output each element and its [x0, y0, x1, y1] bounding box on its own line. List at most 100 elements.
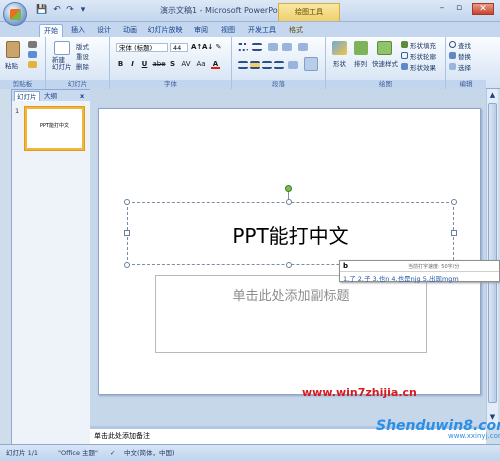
save-icon[interactable]: 💾 — [36, 4, 48, 16]
tab-view[interactable]: 视图 — [217, 24, 239, 37]
spellcheck-icon[interactable]: ✓ — [110, 445, 115, 461]
underline-button[interactable]: U — [140, 60, 149, 69]
quick-styles-label[interactable]: 快速样式 — [372, 58, 398, 68]
cut-icon[interactable] — [28, 41, 37, 48]
title-placeholder[interactable]: PPT能打中文 — [127, 202, 454, 265]
tab-design[interactable]: 设计 — [93, 24, 115, 37]
tab-slides-panel[interactable]: 幻灯片 — [14, 91, 40, 101]
shapes-icon[interactable] — [332, 41, 347, 55]
tab-outline-panel[interactable]: 大纲 — [42, 91, 59, 101]
slides-group: 新建 幻灯片 版式 重设 删除 幻灯片 — [46, 37, 110, 89]
font-group-label: 字体 — [110, 80, 231, 89]
tab-review[interactable]: 审阅 — [190, 24, 212, 37]
shapes-label[interactable]: 形状 — [333, 58, 346, 68]
delete-button[interactable]: 删除 — [76, 61, 89, 71]
paste-icon[interactable] — [6, 41, 20, 58]
resize-handle[interactable] — [286, 199, 292, 205]
shape-effects-icon[interactable] — [401, 63, 408, 70]
increase-indent-icon[interactable] — [282, 43, 292, 51]
clipboard-group-label: 剪贴板 — [0, 80, 45, 89]
slides-panel: 幻灯片 大纲 x 1 PPT能打中文 — [11, 89, 90, 444]
maximize-button[interactable]: ▫ — [452, 3, 466, 15]
copy-icon[interactable] — [28, 51, 37, 58]
tab-animation[interactable]: 动画 — [119, 24, 141, 37]
subtitle-placeholder[interactable]: 单击此处添加副标题 — [155, 275, 427, 353]
change-case-button[interactable]: Aa — [195, 60, 207, 69]
arrange-label[interactable]: 排列 — [354, 58, 367, 68]
resize-handle[interactable] — [124, 262, 130, 268]
align-right-icon[interactable] — [262, 61, 272, 69]
reset-button[interactable]: 重设 — [76, 51, 89, 61]
clear-format-icon[interactable]: ✎ — [214, 43, 223, 52]
undo-icon[interactable]: ↶ — [51, 4, 63, 16]
subtitle-placeholder-text[interactable]: 单击此处添加副标题 — [156, 285, 426, 304]
slide-title-text[interactable]: PPT能打中文 — [128, 220, 453, 249]
panel-close-icon[interactable]: x — [78, 91, 86, 101]
font-size-select[interactable]: 44 — [170, 43, 188, 52]
replace-icon[interactable] — [449, 52, 456, 59]
font-color-button[interactable]: A — [211, 60, 220, 69]
arrange-icon[interactable] — [354, 41, 368, 55]
scroll-up-icon[interactable]: ▲ — [488, 91, 497, 100]
line-spacing-icon[interactable] — [298, 43, 308, 51]
select-icon[interactable] — [449, 63, 456, 70]
redo-icon[interactable]: ↷ — [64, 4, 76, 16]
align-left-icon[interactable] — [238, 61, 248, 69]
quick-styles-icon[interactable] — [377, 41, 392, 55]
shrink-font-icon[interactable]: A↓ — [202, 43, 213, 52]
shape-fill-icon[interactable] — [401, 41, 408, 48]
shape-effects-button[interactable]: 形状效果 — [410, 62, 436, 72]
bullets-icon[interactable] — [238, 43, 248, 51]
strikethrough-button[interactable]: abe — [152, 60, 166, 69]
find-button[interactable]: 查找 — [458, 40, 471, 50]
close-button[interactable]: ✕ — [472, 3, 494, 15]
new-slide-icon[interactable] — [54, 41, 70, 55]
find-icon[interactable] — [449, 41, 456, 48]
decrease-indent-icon[interactable] — [268, 43, 278, 51]
paste-label[interactable]: 粘贴 — [5, 60, 18, 70]
resize-handle[interactable] — [286, 262, 292, 268]
text-direction-icon[interactable] — [304, 57, 318, 71]
columns-icon[interactable] — [288, 61, 298, 69]
shadow-button[interactable]: S — [168, 60, 177, 69]
shape-outline-icon[interactable] — [401, 52, 408, 59]
ime-typing-speed: 当前打字速度: 50字/分 — [408, 264, 460, 270]
char-spacing-button[interactable]: AV — [180, 60, 192, 69]
resize-handle[interactable] — [451, 199, 457, 205]
justify-icon[interactable] — [274, 61, 284, 69]
numbering-icon[interactable] — [252, 43, 262, 51]
vertical-scrollbar[interactable]: ▲ ▼ — [486, 89, 498, 426]
tab-format[interactable]: 格式 — [285, 24, 307, 37]
resize-handle[interactable] — [124, 199, 130, 205]
status-theme: "Office 主题" — [58, 449, 99, 457]
layout-button[interactable]: 版式 — [76, 41, 89, 51]
scrollbar-thumb[interactable] — [488, 103, 497, 403]
italic-button[interactable]: I — [128, 60, 137, 69]
resize-handle[interactable] — [451, 230, 457, 236]
slide-thumbnail[interactable]: PPT能打中文 — [25, 107, 84, 150]
tab-slideshow[interactable]: 幻灯片放映 — [145, 24, 185, 37]
qat-customize-icon[interactable]: ▾ — [77, 4, 89, 16]
office-button[interactable] — [3, 2, 27, 26]
new-slide-label[interactable]: 新建 幻灯片 — [52, 57, 72, 71]
resize-handle[interactable] — [124, 230, 130, 236]
rotation-handle[interactable] — [285, 185, 292, 192]
slide-canvas[interactable]: PPT能打中文 单击此处添加副标题 — [98, 108, 481, 395]
shape-outline-button[interactable]: 形状轮廓 — [410, 51, 436, 61]
replace-button[interactable]: 替换 — [458, 51, 471, 61]
ime-candidates[interactable]: 1.了 2.子 3.也n 4.也是njg 5.出现mgm — [343, 273, 459, 283]
notes-placeholder[interactable]: 单击此处添加备注 — [94, 432, 150, 440]
tab-home[interactable]: 开始 — [39, 24, 63, 37]
paragraph-group: 段落 — [232, 37, 326, 89]
tab-developer[interactable]: 开发工具 — [245, 24, 279, 37]
tab-insert[interactable]: 插入 — [67, 24, 89, 37]
format-painter-icon[interactable] — [28, 61, 37, 68]
font-name-select[interactable]: 宋体 (标题) — [116, 43, 168, 52]
align-center-icon[interactable] — [250, 61, 260, 69]
grow-font-icon[interactable]: A↑ — [191, 43, 202, 52]
bold-button[interactable]: B — [116, 60, 125, 69]
shape-fill-button[interactable]: 形状填充 — [410, 40, 436, 50]
window-title: 演示文稿1 - Microsoft PowerPoint — [160, 6, 289, 15]
select-button[interactable]: 选择 — [458, 62, 471, 72]
minimize-button[interactable]: – — [435, 3, 449, 15]
